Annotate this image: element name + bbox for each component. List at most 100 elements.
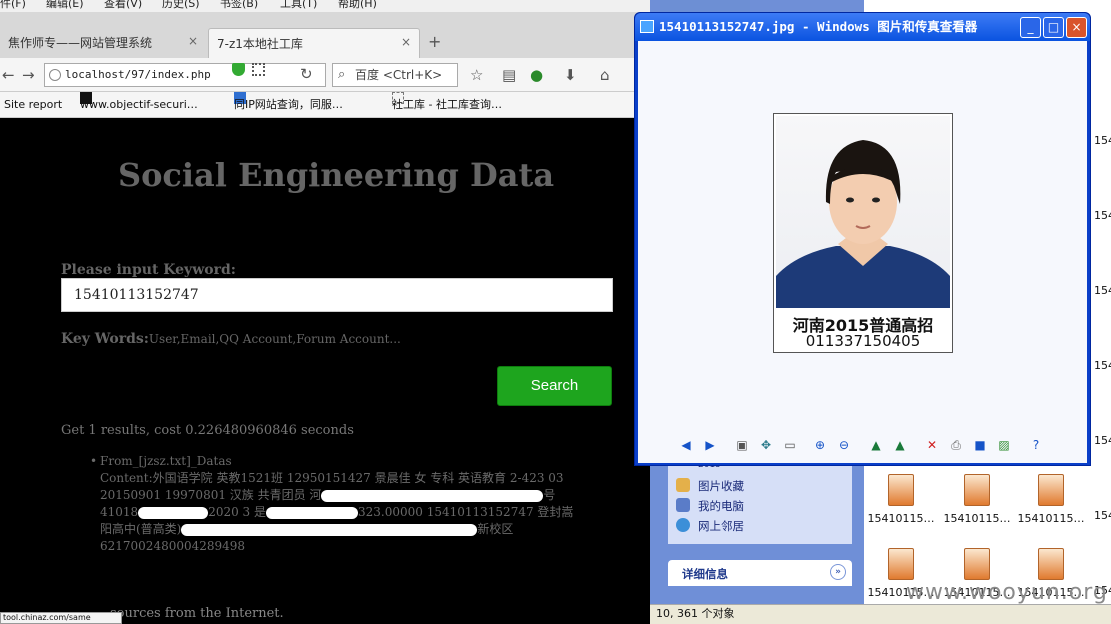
menu-bar: 件(F) 编辑(E) 查看(V) 历史(S) 书签(B) 工具(T) 帮助(H) [0, 0, 650, 12]
file-item[interactable]: 15410115… [866, 474, 936, 525]
explorer-status-bar: 10, 361 个对象 [650, 604, 1111, 624]
result-content-line: 6217002480004289498 [100, 539, 246, 553]
file-label-truncated[interactable]: 154 [1094, 359, 1111, 372]
file-label-truncated[interactable]: 154 [1094, 134, 1111, 147]
tab-bar: 焦作师专——网站管理系统 × 7-z1本地社工库 × + [0, 12, 650, 58]
redaction-mark [321, 489, 544, 502]
image-file-icon [888, 548, 914, 580]
menu-edit[interactable]: 编辑(E) [46, 0, 84, 9]
keyword-label: Please input Keyword: [61, 262, 236, 278]
maximize-button[interactable]: □ [1043, 17, 1064, 38]
sidebar-item-network[interactable]: 网上邻居 [676, 518, 744, 534]
delete-icon[interactable]: ✕ [924, 437, 940, 453]
id-photo: 河南2015普通高招 011337150405 [773, 113, 953, 353]
search-bar[interactable]: ⌕ 百度 <Ctrl+K> [332, 63, 458, 87]
print-icon[interactable]: ⎙ [948, 437, 964, 453]
image-file-icon [1038, 548, 1064, 580]
reload-icon[interactable]: ↻ [300, 65, 313, 83]
explorer-places-panel: 2015 图片收藏 我的电脑 网上邻居 [668, 460, 852, 544]
chevron-down-icon[interactable]: » [830, 564, 846, 580]
file-label-truncated[interactable]: 154 [1094, 209, 1111, 222]
zoom-in-icon[interactable]: ⊕ [812, 437, 828, 453]
watermark: www.wooyun.org [906, 580, 1108, 605]
close-icon[interactable]: × [188, 34, 198, 48]
menu-tools[interactable]: 工具(T) [280, 0, 317, 9]
extension-icon[interactable]: ● [530, 66, 543, 84]
reader-icon[interactable]: ▤ [502, 66, 516, 84]
computer-icon [676, 498, 690, 512]
menu-file[interactable]: 件(F) [0, 0, 26, 9]
close-icon[interactable]: × [401, 35, 411, 49]
image-file-icon [888, 474, 914, 506]
tab-social-engineering[interactable]: 7-z1本地社工库 × [208, 28, 420, 58]
portrait-image [776, 116, 950, 308]
menu-view[interactable]: 查看(V) [104, 0, 142, 9]
edit-icon[interactable]: ▨ [996, 437, 1012, 453]
file-item[interactable]: 15410115… [942, 474, 1012, 525]
home-icon[interactable]: ⌂ [600, 66, 610, 84]
sidebar-item-my-computer[interactable]: 我的电脑 [676, 498, 744, 514]
result-content-line: 41018 2020 3 是 323.00000 15410113152747 登封… [100, 505, 574, 519]
menu-bookmarks[interactable]: 书签(B) [220, 0, 258, 9]
previous-image-icon[interactable]: ◀ [678, 437, 694, 453]
back-arrow-icon[interactable]: ← [2, 66, 15, 84]
result-source: From_[jzsz.txt]_Datas [100, 454, 232, 468]
actual-size-icon[interactable]: ✥ [758, 437, 774, 453]
download-icon[interactable]: ⬇ [564, 66, 577, 84]
help-icon[interactable]: ? [1028, 437, 1044, 453]
details-panel-header[interactable]: 详细信息 » [668, 560, 852, 586]
portrait-illustration [776, 140, 950, 308]
result-content-line: 阳高中(普高类) 新校区 [100, 522, 514, 536]
search-placeholder: 百度 <Ctrl+K> [355, 68, 443, 82]
file-label-truncated[interactable]: 154 [1094, 434, 1111, 447]
save-icon[interactable]: ■ [972, 437, 988, 453]
close-button[interactable]: × [1066, 17, 1087, 38]
qr-code-icon[interactable] [252, 63, 265, 76]
star-icon[interactable]: ☆ [470, 66, 483, 84]
bookmarks-bar: Site report www.objectif-securi… 同IP网站查询… [0, 92, 650, 118]
rotate-clockwise-icon[interactable]: ▲ [868, 437, 884, 453]
footer-text: sources from the Internet. [110, 606, 284, 621]
menu-history[interactable]: 历史(S) [162, 0, 200, 9]
forward-arrow-icon[interactable]: → [22, 66, 35, 84]
keyword-input[interactable]: 15410113152747 [61, 278, 613, 312]
file-label-truncated[interactable]: 154 [1094, 509, 1111, 522]
browser-window: 件(F) 编辑(E) 查看(V) 历史(S) 书签(B) 工具(T) 帮助(H)… [0, 0, 650, 624]
page-content: Social Engineering Data Please input Key… [0, 118, 650, 624]
result-content-line: 20150901 19970801 汉族 共青团员 河号 [100, 488, 556, 502]
viewer-title: 15410113152747.jpg - Windows 图片和传真查看器 [659, 19, 978, 34]
url-bar[interactable]: localhost/97/index.php [44, 63, 326, 87]
search-button[interactable]: Search [497, 366, 612, 406]
redaction-mark [266, 506, 358, 519]
file-item[interactable]: 15410115… [1016, 474, 1086, 525]
viewer-toolbar: ◀ ▶ ▣ ✥ ▭ ⊕ ⊖ ▲ ▲ ✕ ⎙ ■ ▨ ? [678, 437, 1048, 457]
best-fit-icon[interactable]: ▣ [734, 437, 750, 453]
shield-icon[interactable] [232, 63, 245, 76]
image-file-icon [964, 474, 990, 506]
rotate-counterclockwise-icon[interactable]: ▲ [892, 437, 908, 453]
minimize-button[interactable]: _ [1020, 17, 1041, 38]
picture-icon [640, 20, 654, 33]
result-item: • From_[jzsz.txt]_Datas Content:外国语学院 英教… [90, 453, 620, 555]
search-icon: ⌕ [338, 67, 346, 82]
image-file-icon [964, 548, 990, 580]
menu-help[interactable]: 帮助(H) [338, 0, 377, 9]
zoom-out-icon[interactable]: ⊖ [836, 437, 852, 453]
new-tab-button[interactable]: + [428, 32, 441, 51]
photo-caption-number: 011337150405 [805, 332, 921, 350]
status-url: tool.chinaz.com/same [0, 612, 122, 624]
viewer-canvas: 河南2015普通高招 011337150405 ◀ ▶ ▣ ✥ ▭ ⊕ ⊖ ▲ … [638, 41, 1087, 463]
image-file-icon [1038, 474, 1064, 506]
url-text: localhost/97/index.php [65, 68, 211, 81]
network-icon [676, 518, 690, 532]
next-image-icon[interactable]: ▶ [702, 437, 718, 453]
redaction-mark [181, 523, 478, 536]
page-title: Social Engineering Data [117, 156, 555, 194]
slideshow-icon[interactable]: ▭ [782, 437, 798, 453]
results-summary: Get 1 results, cost 0.226480960846 secon… [61, 423, 354, 438]
tab-admin-system[interactable]: 焦作师专——网站管理系统 × [0, 28, 206, 58]
folder-icon [676, 478, 690, 492]
sidebar-item-pictures[interactable]: 图片收藏 [676, 478, 744, 494]
details-label: 详细信息 [682, 567, 728, 581]
file-label-truncated[interactable]: 154 [1094, 284, 1111, 297]
